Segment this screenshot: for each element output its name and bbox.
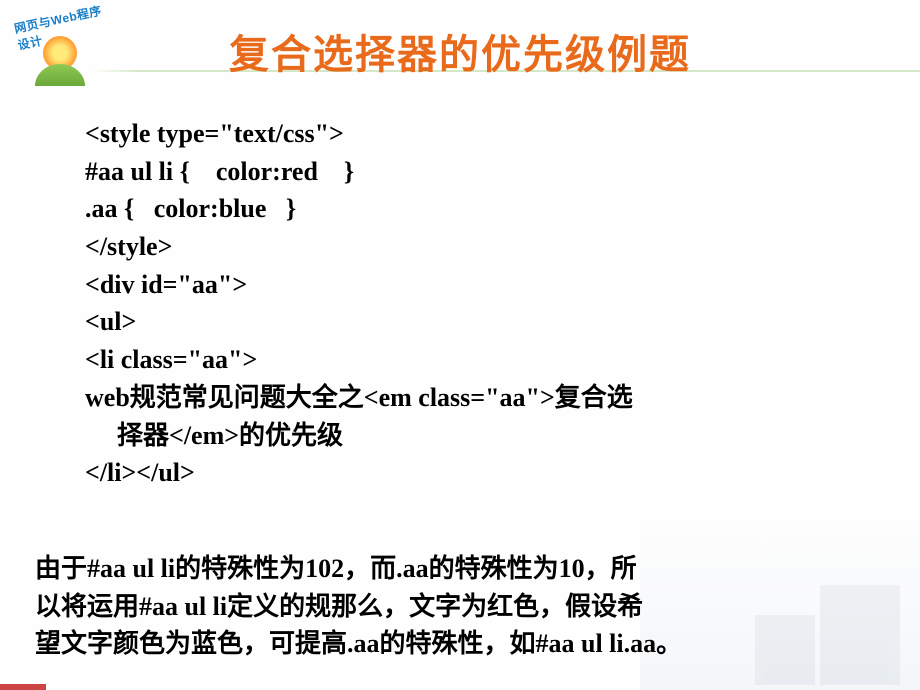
slide-title: 复合选择器的优先级例题 xyxy=(0,22,920,80)
code-line-9: </li></ul> xyxy=(85,454,835,492)
code-line-5: <div id="aa"> xyxy=(85,266,835,304)
code-line-8a: web规范常见问题大全之<em class="aa">复合选 xyxy=(85,379,835,417)
code-line-7: <li class="aa"> xyxy=(85,341,835,379)
code-line-4: </style> xyxy=(85,228,835,266)
code-line-6: <ul> xyxy=(85,303,835,341)
code-line-8b: 择器</em>的优先级 xyxy=(85,417,835,455)
explanation-line-1: 由于#aa ul li的特殊性为102，而.aa的特殊性为10，所 xyxy=(35,550,890,588)
code-line-3: .aa { color:blue } xyxy=(85,190,835,228)
code-line-1: <style type="text/css"> xyxy=(85,115,835,153)
bottom-accent-bar xyxy=(0,684,920,690)
explanation-line-2: 以将运用#aa ul li定义的规那么，文字为红色，假设希 xyxy=(35,588,890,626)
explanation-line-3: 望文字颜色为蓝色，可提高.aa的特殊性，如#aa ul li.aa。 xyxy=(35,625,890,663)
code-line-2: #aa ul li { color:red } xyxy=(85,153,835,191)
code-block: <style type="text/css"> #aa ul li { colo… xyxy=(85,115,835,492)
explanation-text: 由于#aa ul li的特殊性为102，而.aa的特殊性为10，所 以将运用#a… xyxy=(35,550,890,663)
